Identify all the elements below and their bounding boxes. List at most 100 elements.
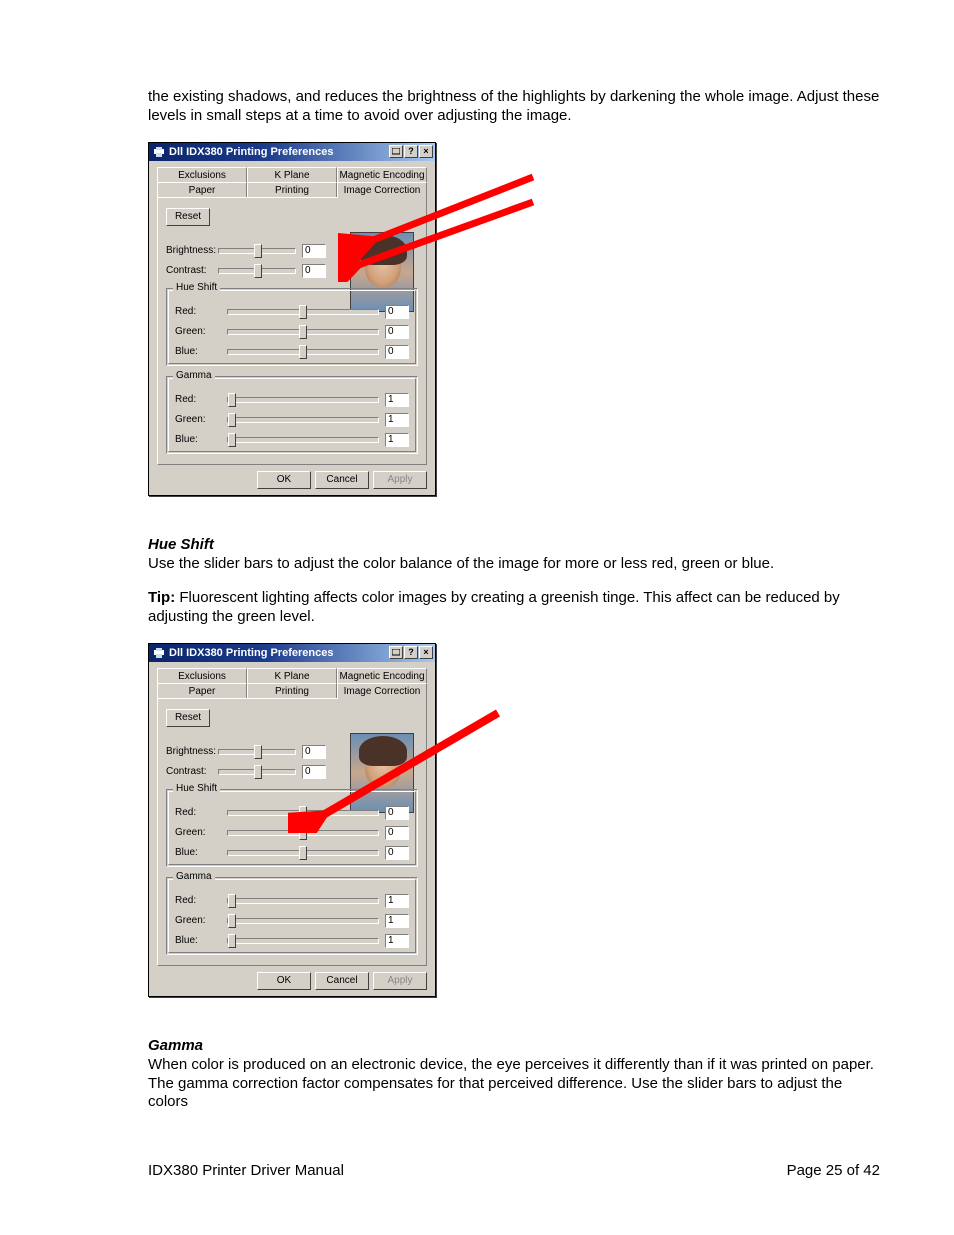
caption-close-button[interactable]: × [419, 646, 433, 659]
hue-red-slider[interactable] [227, 810, 379, 816]
tab-paper[interactable]: Paper [157, 182, 247, 198]
gamma-heading: Gamma [148, 1037, 880, 1054]
tab-panel: Reset Brightness: 0 Contrast: 0 Hue Shif… [157, 698, 427, 966]
tab-area: Exclusions K Plane Magnetic Encoding Pap… [149, 662, 435, 966]
gamma-red-slider[interactable] [227, 898, 379, 904]
hue-shift-group-label: Hue Shift [173, 783, 220, 794]
hue-red-row: Red: 0 [175, 305, 409, 319]
hue-red-value[interactable]: 0 [385, 806, 409, 820]
tab-printing[interactable]: Printing [247, 182, 337, 198]
cancel-button[interactable]: Cancel [315, 471, 369, 489]
footer-right: Page 25 of 42 [787, 1162, 880, 1179]
brightness-value[interactable]: 0 [302, 244, 326, 258]
hue-blue-slider[interactable] [227, 850, 379, 856]
ok-button[interactable]: OK [257, 972, 311, 990]
hue-blue-value[interactable]: 0 [385, 846, 409, 860]
tab-image-correction[interactable]: Image Correction [337, 182, 427, 198]
brightness-row: Brightness: 0 [166, 244, 326, 258]
tab-exclusions[interactable]: Exclusions [157, 668, 247, 684]
caption-buttons: ? × [388, 145, 433, 158]
hue-green-label: Green: [175, 827, 227, 838]
gamma-green-row: Green: 1 [175, 413, 409, 427]
hue-red-value[interactable]: 0 [385, 305, 409, 319]
hue-blue-value[interactable]: 0 [385, 345, 409, 359]
gamma-green-label: Green: [175, 414, 227, 425]
tab-paper[interactable]: Paper [157, 683, 247, 699]
hue-shift-heading: Hue Shift [148, 536, 880, 553]
caption-sysmenu-button[interactable] [389, 145, 403, 158]
gamma-group-label: Gamma [173, 370, 215, 381]
reset-button[interactable]: Reset [166, 709, 210, 727]
hue-shift-group-label: Hue Shift [173, 282, 220, 293]
contrast-value[interactable]: 0 [302, 264, 326, 278]
titlebar: Dll IDX380 Printing Preferences ? × [149, 143, 435, 161]
hue-green-label: Green: [175, 326, 227, 337]
tab-magnetic-encoding[interactable]: Magnetic Encoding [337, 167, 427, 183]
caption-help-button[interactable]: ? [404, 145, 418, 158]
tab-exclusions[interactable]: Exclusions [157, 167, 247, 183]
gamma-blue-value[interactable]: 1 [385, 934, 409, 948]
caption-close-button[interactable]: × [419, 145, 433, 158]
tab-row-front: Paper Printing Image Correction [157, 683, 427, 699]
titlebar: Dll IDX380 Printing Preferences ? × [149, 644, 435, 662]
gamma-green-slider[interactable] [227, 918, 379, 924]
gamma-red-value[interactable]: 1 [385, 894, 409, 908]
preferences-dialog-2: Dll IDX380 Printing Preferences ? × Excl… [148, 643, 436, 997]
document-page: the existing shadows, and reduces the br… [0, 0, 954, 1235]
gamma-blue-row: Blue: 1 [175, 433, 409, 447]
hue-green-slider[interactable] [227, 329, 379, 335]
contrast-slider[interactable] [218, 268, 296, 274]
gamma-red-slider[interactable] [227, 397, 379, 403]
gamma-red-label: Red: [175, 394, 227, 405]
gamma-red-row: Red: 1 [175, 894, 409, 908]
hue-green-value[interactable]: 0 [385, 325, 409, 339]
tab-kplane[interactable]: K Plane [247, 167, 337, 183]
gamma-green-row: Green: 1 [175, 914, 409, 928]
hue-blue-row: Blue: 0 [175, 846, 409, 860]
gamma-green-label: Green: [175, 915, 227, 926]
reset-button[interactable]: Reset [166, 208, 210, 226]
apply-button[interactable]: Apply [373, 972, 427, 990]
tab-panel: Reset Brightness: 0 Contrast: 0 Hu [157, 197, 427, 465]
gamma-green-value[interactable]: 1 [385, 413, 409, 427]
gamma-blue-row: Blue: 1 [175, 934, 409, 948]
hue-shift-tip: Tip: Fluorescent lighting affects color … [148, 589, 880, 627]
gamma-group-label: Gamma [173, 871, 215, 882]
brightness-slider[interactable] [218, 749, 296, 755]
ok-button[interactable]: OK [257, 471, 311, 489]
tab-printing[interactable]: Printing [247, 683, 337, 699]
hue-red-slider[interactable] [227, 309, 379, 315]
gamma-blue-slider[interactable] [227, 437, 379, 443]
hue-green-value[interactable]: 0 [385, 826, 409, 840]
tab-row-front: Paper Printing Image Correction [157, 182, 427, 198]
gamma-red-value[interactable]: 1 [385, 393, 409, 407]
contrast-slider[interactable] [218, 769, 296, 775]
intro-paragraph: the existing shadows, and reduces the br… [148, 88, 880, 126]
tab-image-correction[interactable]: Image Correction [337, 683, 427, 699]
brightness-value[interactable]: 0 [302, 745, 326, 759]
hue-blue-row: Blue: 0 [175, 345, 409, 359]
caption-buttons: ? × [388, 646, 433, 659]
gamma-blue-slider[interactable] [227, 938, 379, 944]
hue-blue-slider[interactable] [227, 349, 379, 355]
apply-button[interactable]: Apply [373, 471, 427, 489]
tab-row-back: Exclusions K Plane Magnetic Encoding [157, 167, 427, 183]
hue-red-label: Red: [175, 306, 227, 317]
brightness-row: Brightness: 0 [166, 745, 326, 759]
caption-sysmenu-button[interactable] [389, 646, 403, 659]
hue-green-slider[interactable] [227, 830, 379, 836]
hue-green-row: Green: 0 [175, 325, 409, 339]
gamma-blue-value[interactable]: 1 [385, 433, 409, 447]
window-title: Dll IDX380 Printing Preferences [169, 647, 388, 659]
tab-magnetic-encoding[interactable]: Magnetic Encoding [337, 668, 427, 684]
caption-help-button[interactable]: ? [404, 646, 418, 659]
page-footer: IDX380 Printer Driver Manual Page 25 of … [148, 1162, 880, 1179]
brightness-slider[interactable] [218, 248, 296, 254]
tab-kplane[interactable]: K Plane [247, 668, 337, 684]
gamma-green-slider[interactable] [227, 417, 379, 423]
tip-text: Fluorescent lighting affects color image… [148, 589, 840, 625]
contrast-value[interactable]: 0 [302, 765, 326, 779]
cancel-button[interactable]: Cancel [315, 972, 369, 990]
dialog-figure-2: Dll IDX380 Printing Preferences ? × Excl… [148, 643, 528, 1013]
gamma-green-value[interactable]: 1 [385, 914, 409, 928]
